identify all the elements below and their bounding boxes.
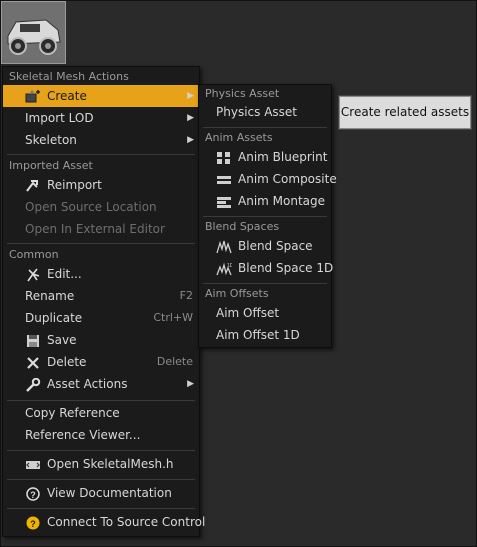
menu-item-label: Blend Space <box>238 239 313 253</box>
menu-item-reimport[interactable]: Reimport <box>3 174 199 196</box>
shortcut-label: Ctrl+W <box>153 311 193 324</box>
menu-item-label: Copy Reference <box>25 406 120 420</box>
menu-item-label: Open SkeletalMesh.h <box>47 457 174 471</box>
save-icon <box>25 333 41 347</box>
menu-divider <box>203 283 327 284</box>
edit-icon <box>25 267 41 282</box>
menu-item-label: Reimport <box>47 178 102 192</box>
menu-divider <box>7 479 195 480</box>
menu-item-connect-source-control[interactable]: ? Connect To Source Control <box>3 511 205 533</box>
section-common: Common <box>9 248 59 261</box>
submenu-arrow-icon: ▶ <box>187 135 194 145</box>
menu-item-create[interactable]: Create ▶ <box>3 85 199 107</box>
svg-text:?: ? <box>30 519 36 529</box>
shortcut-label: Delete <box>156 355 193 368</box>
menu-divider <box>7 400 195 401</box>
section-skeletal-mesh-actions: Skeletal Mesh Actions <box>9 70 129 83</box>
menu-item-label: View Documentation <box>47 486 172 500</box>
submenu-item-anim-composite[interactable]: Anim Composite <box>199 168 337 190</box>
submenu-item-blend-space-1d[interactable]: 1D Blend Space 1D <box>199 257 334 279</box>
menu-item-reference-viewer[interactable]: Reference Viewer... <box>3 424 199 446</box>
menu-item-label: Delete <box>47 355 87 369</box>
section-blend-spaces: Blend Spaces <box>205 220 280 233</box>
menu-item-rename[interactable]: Rename F2 <box>3 285 199 307</box>
menu-item-label: Anim Composite <box>238 172 337 186</box>
help-icon: ? <box>25 486 41 501</box>
section-physics-asset: Physics Asset <box>205 87 280 100</box>
menu-item-label: Blend Space 1D <box>238 261 334 275</box>
delete-icon <box>25 355 41 369</box>
blend-space-1d-icon: 1D <box>216 261 234 276</box>
menu-item-label: Aim Offset 1D <box>216 328 300 342</box>
menu-item-label: Open In External Editor <box>25 222 165 236</box>
anim-composite-icon <box>216 172 232 186</box>
menu-item-save[interactable]: Save <box>3 329 199 351</box>
menu-item-open-source-header[interactable]: Open SkeletalMesh.h <box>3 453 199 475</box>
anim-montage-icon <box>216 194 232 208</box>
menu-item-delete[interactable]: Delete Delete <box>3 351 199 373</box>
menu-divider <box>203 216 327 217</box>
submenu-item-blend-space[interactable]: Blend Space <box>199 235 331 257</box>
menu-item-label: Reference Viewer... <box>25 428 141 442</box>
source-code-icon <box>25 457 41 471</box>
section-aim-offsets: Aim Offsets <box>205 287 269 300</box>
menu-item-open-source-location[interactable]: Open Source Location <box>3 196 199 218</box>
menu-item-label: Open Source Location <box>25 200 157 214</box>
create-submenu: Physics Asset Physics Asset Anim Assets … <box>198 84 337 348</box>
submenu-item-aim-offset[interactable]: Aim Offset <box>199 302 331 324</box>
menu-item-label: Asset Actions <box>47 377 128 391</box>
menu-item-copy-reference[interactable]: Copy Reference <box>3 402 199 424</box>
source-control-icon: ? <box>25 515 41 530</box>
menu-divider <box>203 127 327 128</box>
submenu-arrow-icon: ▶ <box>187 91 194 101</box>
menu-item-open-in-external-editor[interactable]: Open In External Editor <box>3 218 199 240</box>
menu-item-edit[interactable]: Edit... <box>3 263 199 285</box>
menu-item-label: Anim Blueprint <box>238 150 328 164</box>
submenu-item-physics-asset[interactable]: Physics Asset <box>199 101 331 123</box>
menu-item-duplicate[interactable]: Duplicate Ctrl+W <box>3 307 199 329</box>
svg-text:1D: 1D <box>227 263 232 269</box>
create-icon <box>25 89 41 103</box>
menu-item-view-documentation[interactable]: ? View Documentation <box>3 482 199 504</box>
menu-item-label: Create <box>47 89 87 103</box>
menu-item-label: Import LOD <box>25 111 94 125</box>
menu-divider <box>7 154 195 155</box>
menu-item-asset-actions[interactable]: Asset Actions ▶ <box>3 373 199 395</box>
context-menu: Skeletal Mesh Actions Create ▶ Import LO… <box>2 66 205 537</box>
wrench-icon <box>25 377 41 392</box>
tooltip: Create related assets <box>339 96 471 129</box>
menu-divider <box>7 508 195 509</box>
reimport-icon <box>25 178 41 192</box>
menu-item-import-lod[interactable]: Import LOD ▶ <box>3 107 199 129</box>
anim-blueprint-icon <box>216 150 232 164</box>
svg-text:?: ? <box>30 490 36 500</box>
menu-divider <box>7 243 195 244</box>
vehicle-thumbnail-image <box>2 2 65 63</box>
shortcut-label: F2 <box>179 289 193 302</box>
blend-space-icon <box>216 239 232 254</box>
skeletal-mesh-thumbnail[interactable] <box>1 1 66 64</box>
submenu-item-anim-blueprint[interactable]: Anim Blueprint <box>199 146 331 168</box>
section-anim-assets: Anim Assets <box>205 131 273 144</box>
menu-item-label: Skeleton <box>25 133 77 147</box>
menu-item-label: Connect To Source Control <box>47 515 206 529</box>
submenu-item-aim-offset-1d[interactable]: Aim Offset 1D <box>199 324 331 346</box>
menu-item-label: Rename <box>25 289 75 303</box>
submenu-item-anim-montage[interactable]: Anim Montage <box>199 190 331 212</box>
menu-item-skeleton[interactable]: Skeleton ▶ <box>3 129 199 151</box>
menu-item-label: Aim Offset <box>216 306 280 320</box>
submenu-arrow-icon: ▶ <box>187 379 194 389</box>
menu-item-label: Anim Montage <box>238 194 326 208</box>
menu-item-label: Edit... <box>47 267 82 281</box>
submenu-arrow-icon: ▶ <box>187 113 194 123</box>
menu-item-label: Duplicate <box>25 311 83 325</box>
menu-item-label: Physics Asset <box>216 105 297 119</box>
section-imported-asset: Imported Asset <box>9 159 93 172</box>
menu-divider <box>7 450 195 451</box>
menu-item-label: Save <box>47 333 77 347</box>
